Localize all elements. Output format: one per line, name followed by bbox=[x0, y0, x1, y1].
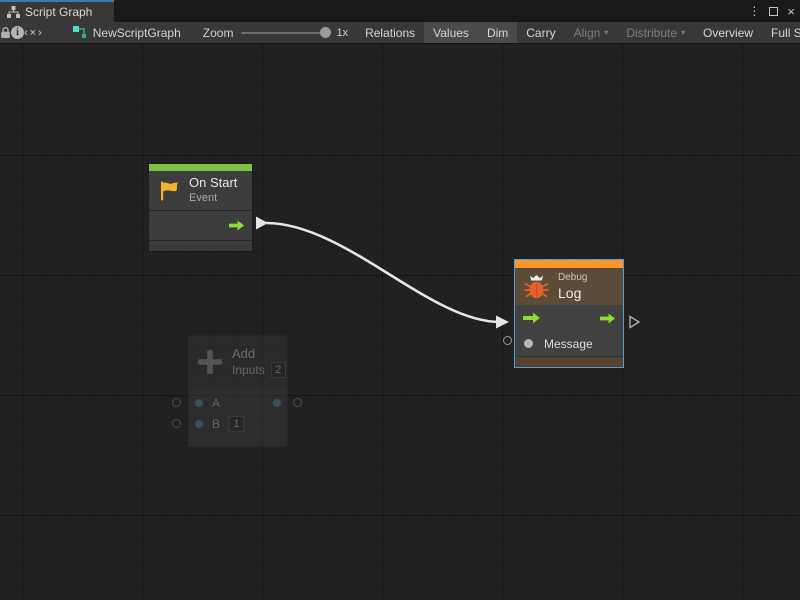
node-add[interactable]: Add Inputs 2 A bbox=[188, 335, 288, 447]
node-title: On Start bbox=[189, 175, 237, 191]
port-b-label: B bbox=[212, 417, 220, 431]
node-header: Debug Log bbox=[515, 268, 623, 305]
connection-wire[interactable] bbox=[256, 217, 509, 329]
toolbar-button-carry[interactable]: Carry bbox=[517, 22, 564, 43]
wire-start-arrow bbox=[256, 217, 268, 230]
connection-layer bbox=[0, 44, 800, 600]
graph-toolbar: i ‹×› NewScriptGraph Zoom 1x Re bbox=[0, 22, 800, 44]
graph-name: NewScriptGraph bbox=[93, 26, 181, 40]
tab-label: Script Graph bbox=[25, 5, 92, 19]
distribute-label: Distribute bbox=[626, 26, 677, 40]
outer-port-circle-out[interactable] bbox=[293, 398, 302, 407]
value-port-dot[interactable] bbox=[195, 420, 203, 428]
value-port-dot[interactable] bbox=[195, 399, 203, 407]
flow-port-row bbox=[515, 305, 623, 331]
message-port-label: Message bbox=[544, 337, 593, 351]
outer-port-circle-b[interactable] bbox=[172, 419, 181, 428]
info-icon: i bbox=[11, 26, 24, 39]
value-output-port-dot[interactable] bbox=[273, 399, 281, 407]
lock-button[interactable] bbox=[0, 22, 11, 43]
message-port-row: Message bbox=[515, 331, 623, 356]
plus-icon bbox=[196, 348, 224, 376]
maximize-icon[interactable] bbox=[769, 7, 778, 16]
flow-output-arrow-icon[interactable] bbox=[228, 220, 245, 231]
debug-output-outer-triangle[interactable] bbox=[630, 317, 639, 328]
toolbar-button-relations[interactable]: Relations bbox=[356, 22, 424, 43]
toolbar-button-values[interactable]: Values bbox=[424, 22, 478, 43]
code-preview-button[interactable]: ‹×› bbox=[24, 22, 44, 43]
script-graph-window: Script Graph ⋮ × i ‹×› bbox=[0, 0, 800, 600]
port-row-b: B 1 bbox=[189, 414, 287, 434]
window-menu-icon[interactable]: ⋮ bbox=[748, 5, 760, 17]
flow-output-arrow-icon[interactable] bbox=[599, 313, 616, 324]
node-port-body: A B 1 bbox=[189, 387, 287, 446]
graph-canvas[interactable]: On Start Event bbox=[0, 44, 800, 600]
toolbar-button-dim[interactable]: Dim bbox=[478, 22, 517, 43]
node-title: Log bbox=[558, 285, 587, 301]
inputs-count-field[interactable]: 2 bbox=[271, 362, 286, 378]
info-button[interactable]: i bbox=[11, 22, 24, 43]
node-header: On Start Event bbox=[149, 171, 252, 210]
zoom-slider[interactable] bbox=[241, 32, 329, 34]
port-a-label: A bbox=[212, 396, 220, 410]
code-icon: ‹×› bbox=[24, 27, 44, 39]
node-subtitle: Inputs bbox=[232, 363, 265, 377]
node-subtitle: Event bbox=[189, 192, 237, 206]
zoom-label: Zoom bbox=[203, 26, 234, 40]
flag-icon bbox=[157, 179, 181, 203]
zoom-value: 1x bbox=[336, 27, 348, 39]
node-accent-bar bbox=[149, 164, 252, 171]
toolbar-button-align[interactable]: Align ▾ bbox=[565, 22, 618, 43]
outer-port-circle-a[interactable] bbox=[172, 398, 181, 407]
chevron-down-icon: ▾ bbox=[604, 28, 608, 37]
node-port-row bbox=[149, 211, 252, 240]
graph-selector[interactable]: NewScriptGraph bbox=[65, 22, 189, 43]
value-port-dot[interactable] bbox=[524, 339, 533, 348]
align-label: Align bbox=[574, 26, 601, 40]
toolbar-button-fullscreen[interactable]: Full Screen bbox=[762, 22, 800, 43]
chevron-down-icon: ▾ bbox=[681, 28, 685, 37]
tab-script-graph[interactable]: Script Graph bbox=[0, 0, 114, 22]
lock-icon bbox=[0, 26, 11, 39]
node-accent-bar bbox=[515, 260, 623, 268]
node-title: Add bbox=[232, 346, 286, 361]
node-add-group: Add Inputs 2 A bbox=[172, 335, 306, 447]
flow-input-arrow-icon[interactable] bbox=[522, 312, 541, 324]
port-row-a: A bbox=[189, 393, 287, 413]
port-b-value-field[interactable]: 1 bbox=[229, 416, 244, 432]
bug-icon bbox=[523, 274, 550, 300]
toolbar-button-overview[interactable]: Overview bbox=[694, 22, 762, 43]
hierarchy-graph-icon bbox=[7, 6, 20, 18]
node-footer bbox=[149, 241, 252, 251]
zoom-slider-handle[interactable] bbox=[320, 27, 331, 38]
message-outer-port-circle[interactable] bbox=[503, 336, 512, 345]
wire-end-arrow bbox=[496, 316, 509, 329]
node-on-start[interactable]: On Start Event bbox=[148, 163, 253, 252]
zoom-control: Zoom 1x bbox=[203, 22, 356, 43]
script-graph-asset-icon bbox=[73, 26, 87, 40]
node-footer bbox=[515, 356, 623, 367]
tab-bar: Script Graph ⋮ × bbox=[0, 0, 800, 22]
node-category: Debug bbox=[558, 272, 587, 284]
close-icon[interactable]: × bbox=[787, 5, 795, 18]
node-header: Add Inputs 2 bbox=[189, 336, 287, 387]
toolbar-button-distribute[interactable]: Distribute ▾ bbox=[617, 22, 694, 43]
node-debug-log[interactable]: Debug Log Message bbox=[514, 259, 624, 368]
window-controls: ⋮ × bbox=[748, 0, 795, 22]
